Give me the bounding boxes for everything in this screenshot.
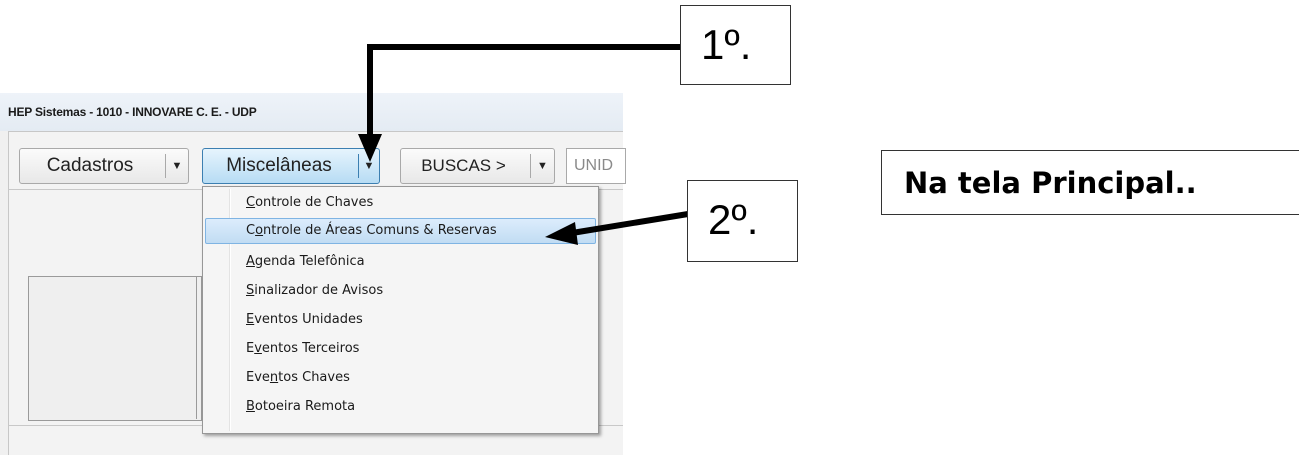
arrow-step1 <box>367 44 680 140</box>
arrow-step2-head <box>545 222 578 245</box>
instruction-text: Na tela Principal.. <box>904 166 1197 200</box>
arrow-step2 <box>571 211 689 236</box>
annotation-arrows <box>358 44 689 245</box>
instruction-note: Na tela Principal.. <box>881 150 1299 215</box>
step1-callout: 1º. <box>680 5 791 85</box>
step1-label: 1º. <box>701 21 752 68</box>
arrow-step1-head <box>358 134 382 162</box>
step2-callout: 2º. <box>687 180 798 262</box>
step2-label: 2º. <box>708 196 759 243</box>
